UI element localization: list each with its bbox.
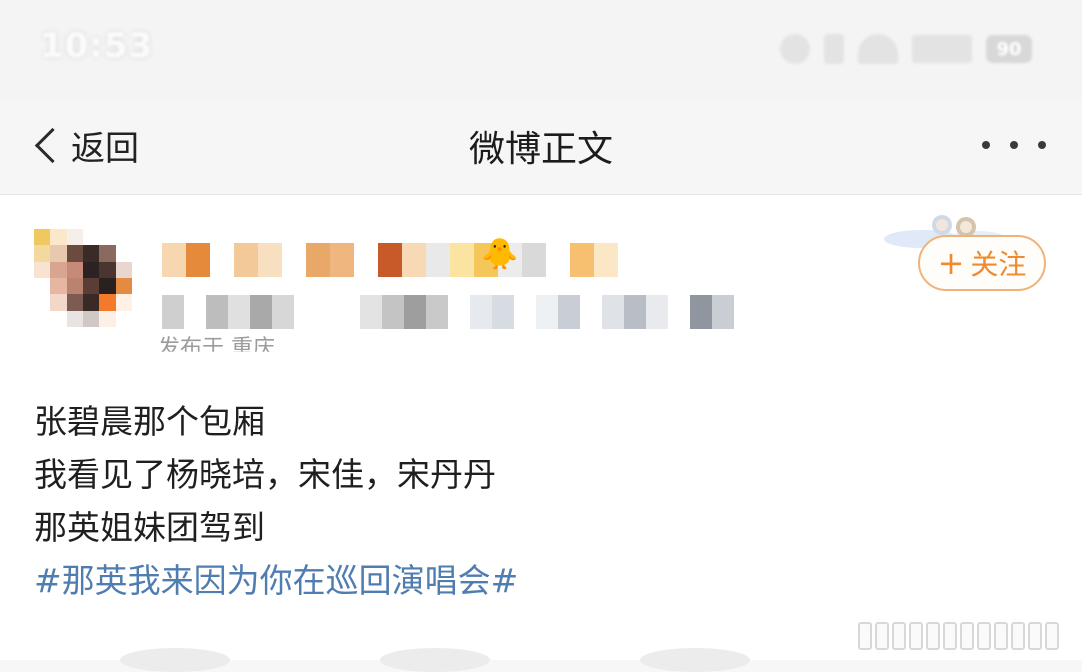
more-dots-icon xyxy=(1038,141,1046,149)
status-time: 10:53 xyxy=(40,26,154,66)
alarm-icon xyxy=(780,34,810,64)
status-icons: 90 xyxy=(780,34,1032,64)
plus-icon: + xyxy=(937,244,965,282)
username-redacted[interactable] xyxy=(162,243,618,277)
post-text-line: 那英姐妹团驾到 xyxy=(34,508,265,547)
signal-icon xyxy=(912,35,972,63)
back-button[interactable]: 返回 xyxy=(30,120,139,170)
more-dots-icon xyxy=(982,141,990,149)
emoji-badge-icon: 🐥 xyxy=(481,237,519,272)
post-meta-redacted xyxy=(162,295,734,329)
status-bar: 10:53 90 xyxy=(0,0,1082,100)
more-dots-icon xyxy=(1010,141,1018,149)
post-source: 发布于 重庆 xyxy=(158,336,275,361)
wifi-icon xyxy=(858,34,898,64)
post-text-line: 张碧晨那个包厢 xyxy=(34,402,265,441)
post-card: 🐥 发布于 重庆 + 关注 张碧晨那个包厢 我看见了杨晓培，宋佳，宋丹丹 那英姐… xyxy=(0,195,1082,672)
hashtag-link[interactable]: #那英我来因为你在巡回演唱会# xyxy=(34,554,518,607)
watermark xyxy=(858,622,1068,650)
back-label: 返回 xyxy=(71,128,139,169)
follow-button[interactable]: + 关注 xyxy=(918,235,1046,291)
more-button[interactable] xyxy=(982,130,1046,160)
nav-bar: 返回 微博正文 xyxy=(0,100,1082,195)
bluetooth-icon xyxy=(824,34,844,64)
follow-label: 关注 xyxy=(970,248,1027,281)
post-text-line: 我看见了杨晓培，宋佳，宋丹丹 xyxy=(34,455,496,494)
avatar[interactable] xyxy=(34,229,132,327)
battery-icon: 90 xyxy=(986,35,1032,63)
chevron-left-icon xyxy=(34,127,71,163)
post-content: 张碧晨那个包厢 我看见了杨晓培，宋佳，宋丹丹 那英姐妹团驾到 #那英我来因为你在… xyxy=(34,395,518,607)
page-title: 微博正文 xyxy=(468,129,613,170)
